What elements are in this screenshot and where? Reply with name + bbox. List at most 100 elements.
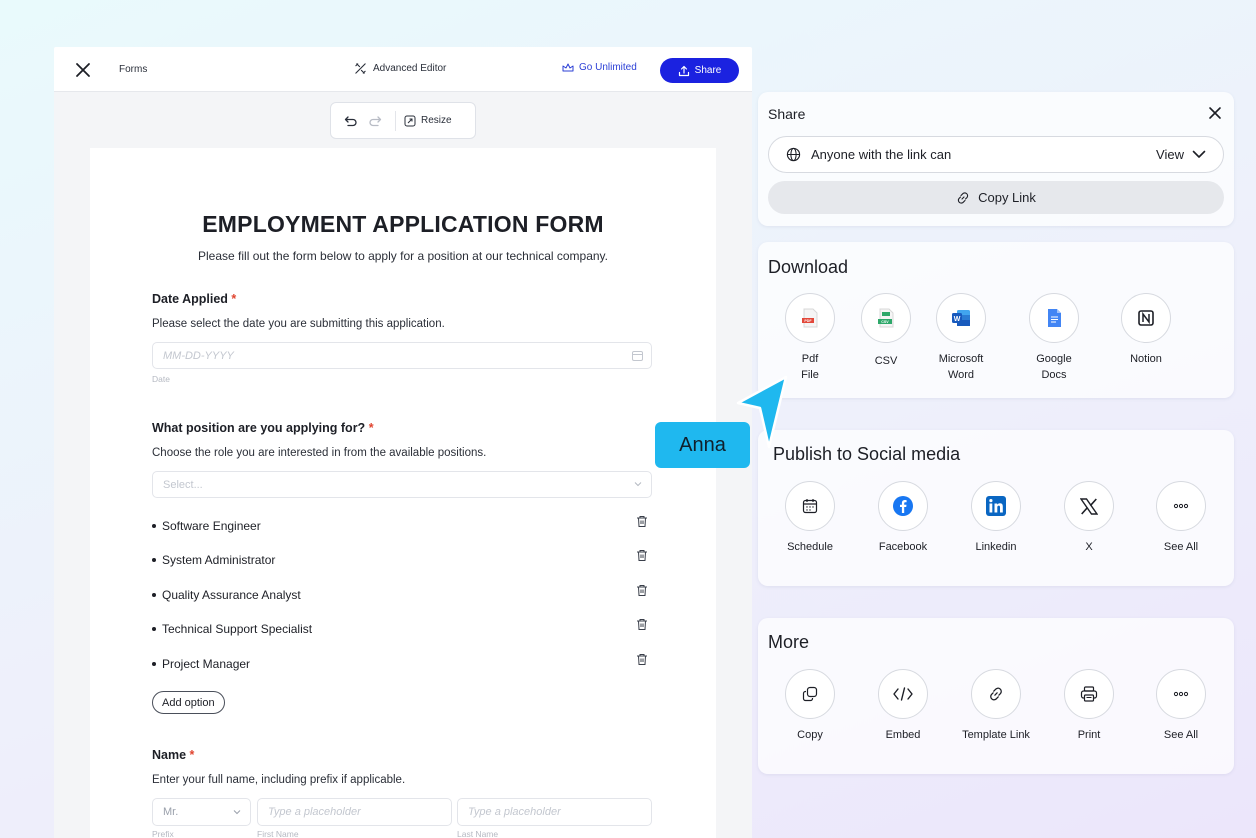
prefix-select[interactable]: Mr. [152,798,251,826]
go-unlimited-label: Go Unlimited [579,62,637,73]
advanced-editor-button[interactable]: Advanced Editor [354,62,446,75]
download-panel: Download PDF Pdf File CSV CSV W Microsof… [758,242,1234,398]
download-notion-label: Notion [1130,353,1162,365]
trash-icon[interactable] [636,618,648,631]
date-input[interactable]: MM-DD-YYYY [152,342,652,369]
calendar-icon[interactable] [632,350,643,361]
social-linkedin-label: Linkedin [975,541,1017,553]
download-notion[interactable]: Notion [1101,293,1191,367]
more-see-all[interactable]: See All [1136,669,1226,743]
option-row[interactable]: Software Engineer [152,516,652,539]
svg-text:W: W [954,316,961,323]
svg-text:CSV: CSV [881,320,889,324]
last-name-input[interactable]: Type a placeholder [457,798,652,826]
bullet [152,557,156,562]
social-x-label: X [1085,541,1093,553]
position-select[interactable]: Select... [152,471,652,498]
form-description[interactable]: Please fill out the form below to apply … [90,249,716,263]
date-question-help[interactable]: Please select the date you are submittin… [152,318,445,330]
form-canvas: EMPLOYMENT APPLICATION FORM Please fill … [90,148,716,838]
close-icon[interactable] [1208,106,1222,120]
redo-icon[interactable] [367,113,383,129]
share-button-label: Share [694,65,722,76]
required-mark: * [368,421,374,435]
date-sublabel: Date [152,374,170,384]
option-row[interactable]: System Administrator [152,550,652,573]
first-name-placeholder: Type a placeholder [268,806,361,818]
date-placeholder: MM-DD-YYYY [163,350,234,362]
more-print[interactable]: Print [1044,669,1134,743]
download-google-docs[interactable]: Google Docs [1009,293,1099,383]
option-row[interactable]: Technical Support Specialist [152,619,652,642]
more-embed-label: Embed [885,729,921,741]
tools-icon [355,63,366,74]
more-print-label: Print [1077,729,1101,741]
x-icon [1064,481,1114,531]
resize-button[interactable]: Resize [404,115,452,127]
pdf-icon: PDF [785,293,835,343]
copy-link-label: Copy Link [978,190,1036,205]
linkedin-icon [971,481,1021,531]
resize-label: Resize [421,115,452,126]
social-linkedin[interactable]: Linkedin [951,481,1041,555]
trash-icon[interactable] [636,653,648,666]
bullet [152,523,156,528]
option-row[interactable]: Project Manager [152,654,652,677]
name-question-label[interactable]: Name * [152,748,194,762]
printer-icon [1064,669,1114,719]
trash-icon[interactable] [636,549,648,562]
position-question-help[interactable]: Choose the role you are interested in fr… [152,447,486,459]
trash-icon[interactable] [636,584,648,597]
more-copy-label: Copy [797,729,823,741]
close-icon[interactable] [74,61,92,79]
more-template-link[interactable]: Template Link [951,669,1041,743]
select-placeholder: Select... [163,479,203,491]
more-embed[interactable]: Embed [858,669,948,743]
form-title[interactable]: EMPLOYMENT APPLICATION FORM [90,211,716,238]
go-unlimited-link[interactable]: Go Unlimited [562,62,637,73]
social-see-all-label: See All [1163,541,1199,553]
crown-icon [562,63,574,71]
download-word[interactable]: W Microsoft Word [916,293,1006,383]
link-access-dropdown[interactable]: Anyone with the link can View [768,136,1224,173]
date-question-label[interactable]: Date Applied * [152,292,236,306]
copy-link-button[interactable]: Copy Link [768,181,1224,214]
access-level[interactable]: View [1156,147,1206,162]
undo-icon[interactable] [343,113,359,129]
name-question-help[interactable]: Enter your full name, including prefix i… [152,774,405,786]
bullet [152,661,156,666]
word-icon: W [936,293,986,343]
download-google-docs-label: Google Docs [1036,353,1072,381]
form-editor: Forms Advanced Editor Go Unlimited Share… [54,47,752,838]
editor-topbar: Forms Advanced Editor Go Unlimited Share [54,47,752,92]
required-mark: * [189,748,195,762]
download-panel-title: Download [768,257,849,277]
more-icon [1156,669,1206,719]
prefix-sublabel: Prefix [152,829,174,838]
social-facebook[interactable]: Facebook [858,481,948,555]
more-icon [1156,481,1206,531]
share-button[interactable]: Share [660,58,739,83]
social-panel: Publish to Social media Schedule Faceboo… [758,430,1234,586]
breadcrumb-forms[interactable]: Forms [119,64,147,75]
position-question-text: What position are you applying for? [152,421,366,435]
option-label: System Administrator [162,553,276,567]
more-copy[interactable]: Copy [765,669,855,743]
social-schedule[interactable]: Schedule [765,481,855,555]
position-question-label[interactable]: What position are you applying for? * [152,421,374,435]
social-facebook-label: Facebook [878,541,928,553]
social-x[interactable]: X [1044,481,1134,555]
social-schedule-label: Schedule [787,541,833,553]
social-see-all[interactable]: See All [1136,481,1226,555]
first-name-input[interactable]: Type a placeholder [257,798,452,826]
resize-icon [404,115,416,126]
option-row[interactable]: Quality Assurance Analyst [152,585,652,608]
prefix-value: Mr. [163,806,179,818]
more-panel-title: More [768,632,810,652]
toolbar-divider [395,110,396,131]
editor-toolbar: Resize [330,102,476,139]
trash-icon[interactable] [636,515,648,528]
google-docs-icon [1029,293,1079,343]
notion-icon [1121,293,1171,343]
add-option-button[interactable]: Add option [152,691,225,714]
